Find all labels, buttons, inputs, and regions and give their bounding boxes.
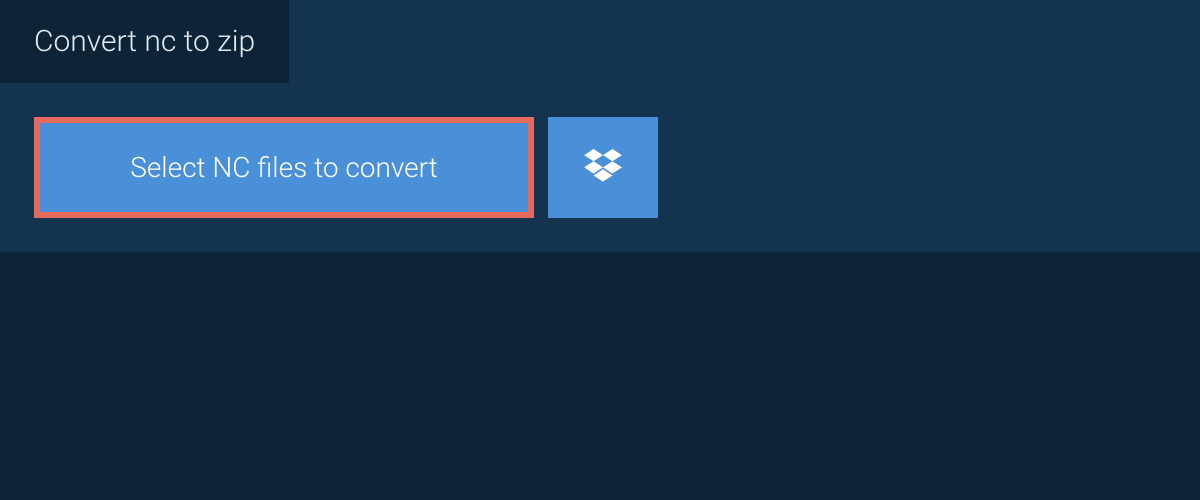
- panel-content: Select NC files to convert: [0, 83, 1200, 252]
- select-files-label: Select NC files to convert: [130, 151, 438, 184]
- dropbox-icon: [584, 149, 622, 187]
- select-files-button[interactable]: Select NC files to convert: [34, 117, 534, 218]
- converter-panel: Convert nc to zip Select NC files to con…: [0, 0, 1200, 252]
- tab-label: Convert nc to zip: [34, 24, 255, 59]
- tab-row: Convert nc to zip: [0, 0, 1200, 83]
- tab-convert[interactable]: Convert nc to zip: [0, 0, 289, 83]
- dropbox-button[interactable]: [548, 117, 658, 218]
